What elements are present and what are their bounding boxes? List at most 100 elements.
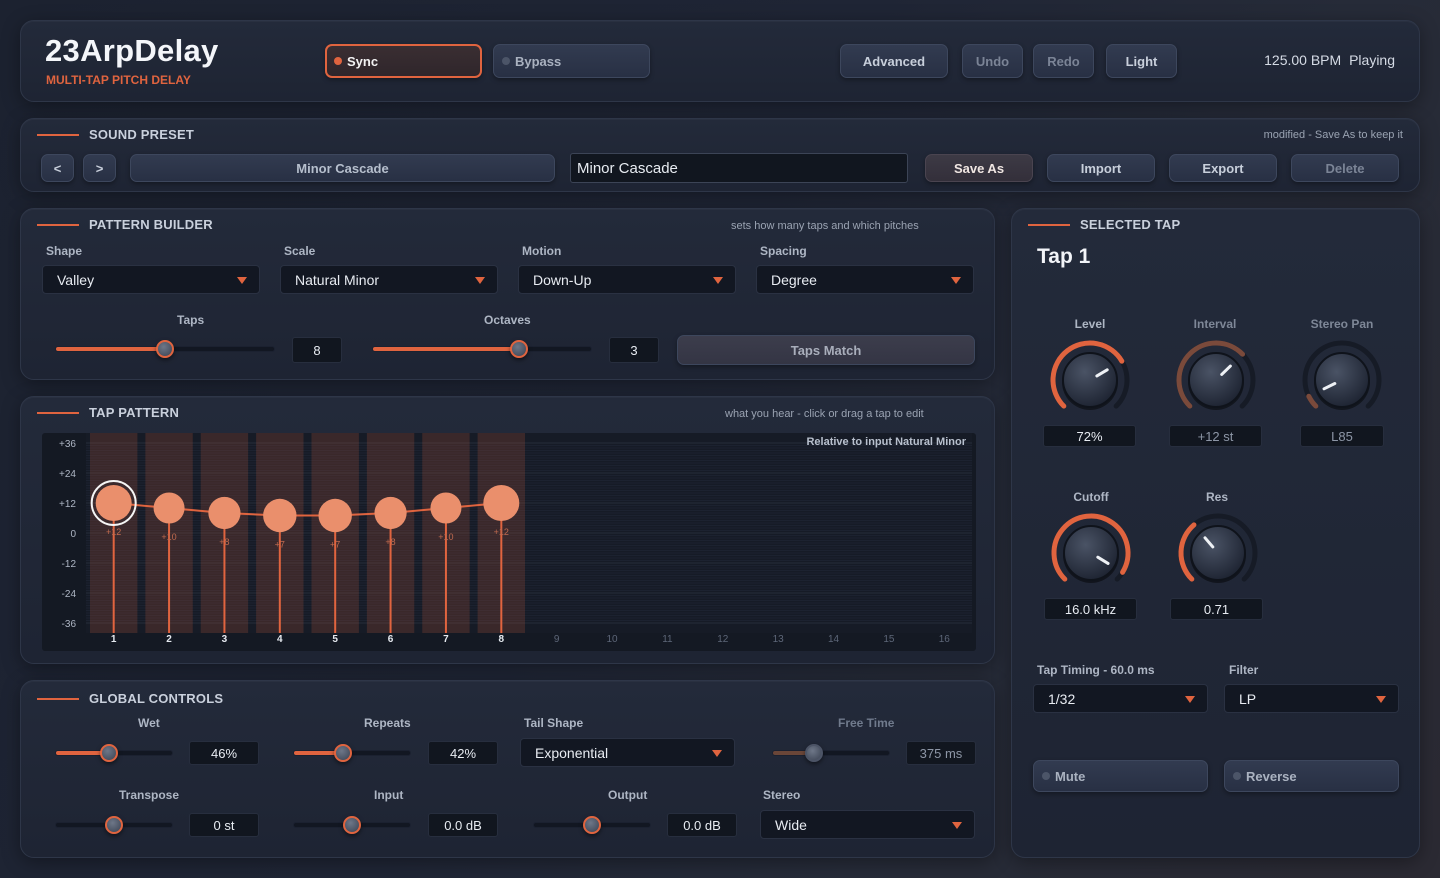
interval-knob[interactable]: [1173, 337, 1259, 423]
tap-value-label: +10: [161, 532, 176, 542]
slider-thumb[interactable]: [156, 340, 174, 358]
res-value[interactable]: 0.71: [1170, 598, 1263, 620]
transpose-value[interactable]: 0 st: [189, 813, 259, 837]
wet-value[interactable]: 46%: [189, 741, 259, 765]
taps-match-button[interactable]: Taps Match: [677, 335, 975, 365]
slider-thumb[interactable]: [583, 816, 601, 834]
column-label: 12: [717, 634, 729, 645]
advanced-button[interactable]: Advanced: [840, 44, 948, 78]
reverse-button[interactable]: Reverse: [1224, 760, 1399, 792]
output-slider[interactable]: [533, 816, 651, 834]
section-accent-line: [1028, 223, 1070, 226]
undo-button[interactable]: Undo: [962, 44, 1023, 78]
light-theme-button[interactable]: Light: [1106, 44, 1177, 78]
preset-panel: SOUND PRESET modified - Save As to keep …: [20, 118, 1420, 192]
slider-thumb[interactable]: [333, 744, 352, 762]
tap-value-label: +10: [438, 532, 453, 542]
taps-value[interactable]: 8: [292, 337, 342, 363]
octaves-value[interactable]: 3: [609, 337, 659, 363]
output-value[interactable]: 0.0 dB: [667, 813, 737, 837]
pattern-builder-title: PATTERN BUILDER: [89, 217, 213, 232]
cutoff-value[interactable]: 16.0 kHz: [1044, 598, 1137, 620]
header-panel: 23ArpDelay MULTI-TAP PITCH DELAY Sync By…: [20, 20, 1420, 102]
stereo-pan-knob[interactable]: [1299, 337, 1385, 423]
stereo-value: Wide: [775, 816, 807, 833]
column-label: 15: [883, 634, 895, 645]
level-value[interactable]: 72%: [1043, 425, 1136, 447]
tail-shape-select[interactable]: Exponential: [520, 738, 735, 767]
knob-body: [1062, 352, 1118, 408]
chevron-down-icon: [952, 821, 962, 829]
tap-pattern-graph[interactable]: +36 +24 +12 0 -12 -24 -36 Relative to input Nat…: [42, 433, 976, 651]
y-tick-label: +12: [59, 499, 76, 510]
next-preset-button[interactable]: >: [83, 154, 116, 182]
stereo-pan-value[interactable]: L85: [1300, 425, 1384, 447]
delete-button[interactable]: Delete: [1291, 154, 1399, 182]
transpose-label: Transpose: [119, 788, 180, 802]
tap-value-label: +12: [494, 527, 509, 537]
slider-thumb[interactable]: [804, 744, 823, 762]
free-time-slider[interactable]: [772, 744, 890, 762]
shape-select[interactable]: Valley: [42, 265, 260, 294]
column-label: 6: [388, 634, 394, 645]
bypass-button[interactable]: Bypass: [493, 44, 650, 78]
spacing-select[interactable]: Degree: [756, 265, 974, 294]
filter-select[interactable]: LP: [1224, 684, 1399, 713]
slider-thumb[interactable]: [100, 744, 119, 762]
scale-select[interactable]: Natural Minor: [280, 265, 498, 294]
free-time-value[interactable]: 375 ms: [906, 741, 976, 765]
chevron-down-icon: [951, 276, 961, 284]
cutoff-knob[interactable]: [1048, 510, 1134, 596]
transpose-slider[interactable]: [55, 816, 173, 834]
column-label: 8: [499, 634, 505, 645]
tap-handle: [374, 496, 407, 530]
sync-button[interactable]: Sync: [325, 44, 482, 78]
pattern-builder-panel: PATTERN BUILDER sets how many taps and w…: [20, 208, 995, 380]
mute-button[interactable]: Mute: [1033, 760, 1208, 792]
caption-prefix: Relative to input: [806, 436, 895, 448]
octaves-label: Octaves: [484, 313, 531, 327]
tap-handle: [318, 498, 352, 533]
motion-select[interactable]: Down-Up: [518, 265, 736, 294]
chevron-down-icon: [237, 276, 247, 284]
octaves-slider[interactable]: [372, 340, 592, 358]
chevron-down-icon: [1376, 695, 1386, 703]
taps-slider[interactable]: [55, 340, 275, 358]
motion-value: Down-Up: [533, 271, 592, 288]
tap-timing-label: Tap Timing - 60.0 ms: [1037, 663, 1155, 677]
preset-browser-button[interactable]: Minor Cascade: [130, 154, 555, 182]
column-label: 9: [554, 634, 560, 645]
scale-label: Scale: [284, 244, 316, 258]
res-knob[interactable]: [1175, 510, 1261, 596]
repeats-value[interactable]: 42%: [428, 741, 498, 765]
import-button[interactable]: Import: [1047, 154, 1155, 182]
interval-value[interactable]: +12 st: [1169, 425, 1262, 447]
stereo-select[interactable]: Wide: [760, 810, 975, 839]
stereo-label: Stereo: [763, 788, 801, 802]
section-accent-line: [37, 411, 79, 414]
column-label: 1: [111, 634, 117, 645]
tail-shape-value: Exponential: [535, 744, 609, 761]
slider-thumb[interactable]: [510, 340, 529, 358]
prev-preset-button[interactable]: <: [41, 154, 74, 182]
free-time-label: Free Time: [838, 716, 895, 730]
tap-timing-select[interactable]: 1/32: [1033, 684, 1208, 713]
shape-label: Shape: [46, 244, 83, 258]
repeats-slider[interactable]: [293, 744, 411, 762]
tap-pattern-panel: TAP PATTERN what you hear - click or dra…: [20, 396, 995, 664]
wet-slider[interactable]: [55, 744, 173, 762]
slider-thumb[interactable]: [343, 816, 361, 834]
knob-body: [1063, 525, 1119, 581]
slider-thumb[interactable]: [105, 816, 123, 834]
slider-fill: [373, 347, 520, 351]
save-as-button[interactable]: Save As: [925, 154, 1033, 182]
preset-name-field[interactable]: Minor Cascade: [570, 153, 908, 183]
y-tick-label: +36: [59, 439, 76, 450]
cutoff-label: Cutoff: [1073, 490, 1109, 504]
input-slider[interactable]: [293, 816, 411, 834]
level-knob[interactable]: [1047, 337, 1133, 423]
tap-value-label: +12: [106, 527, 121, 537]
input-value[interactable]: 0.0 dB: [428, 813, 498, 837]
redo-button[interactable]: Redo: [1033, 44, 1094, 78]
export-button[interactable]: Export: [1169, 154, 1277, 182]
